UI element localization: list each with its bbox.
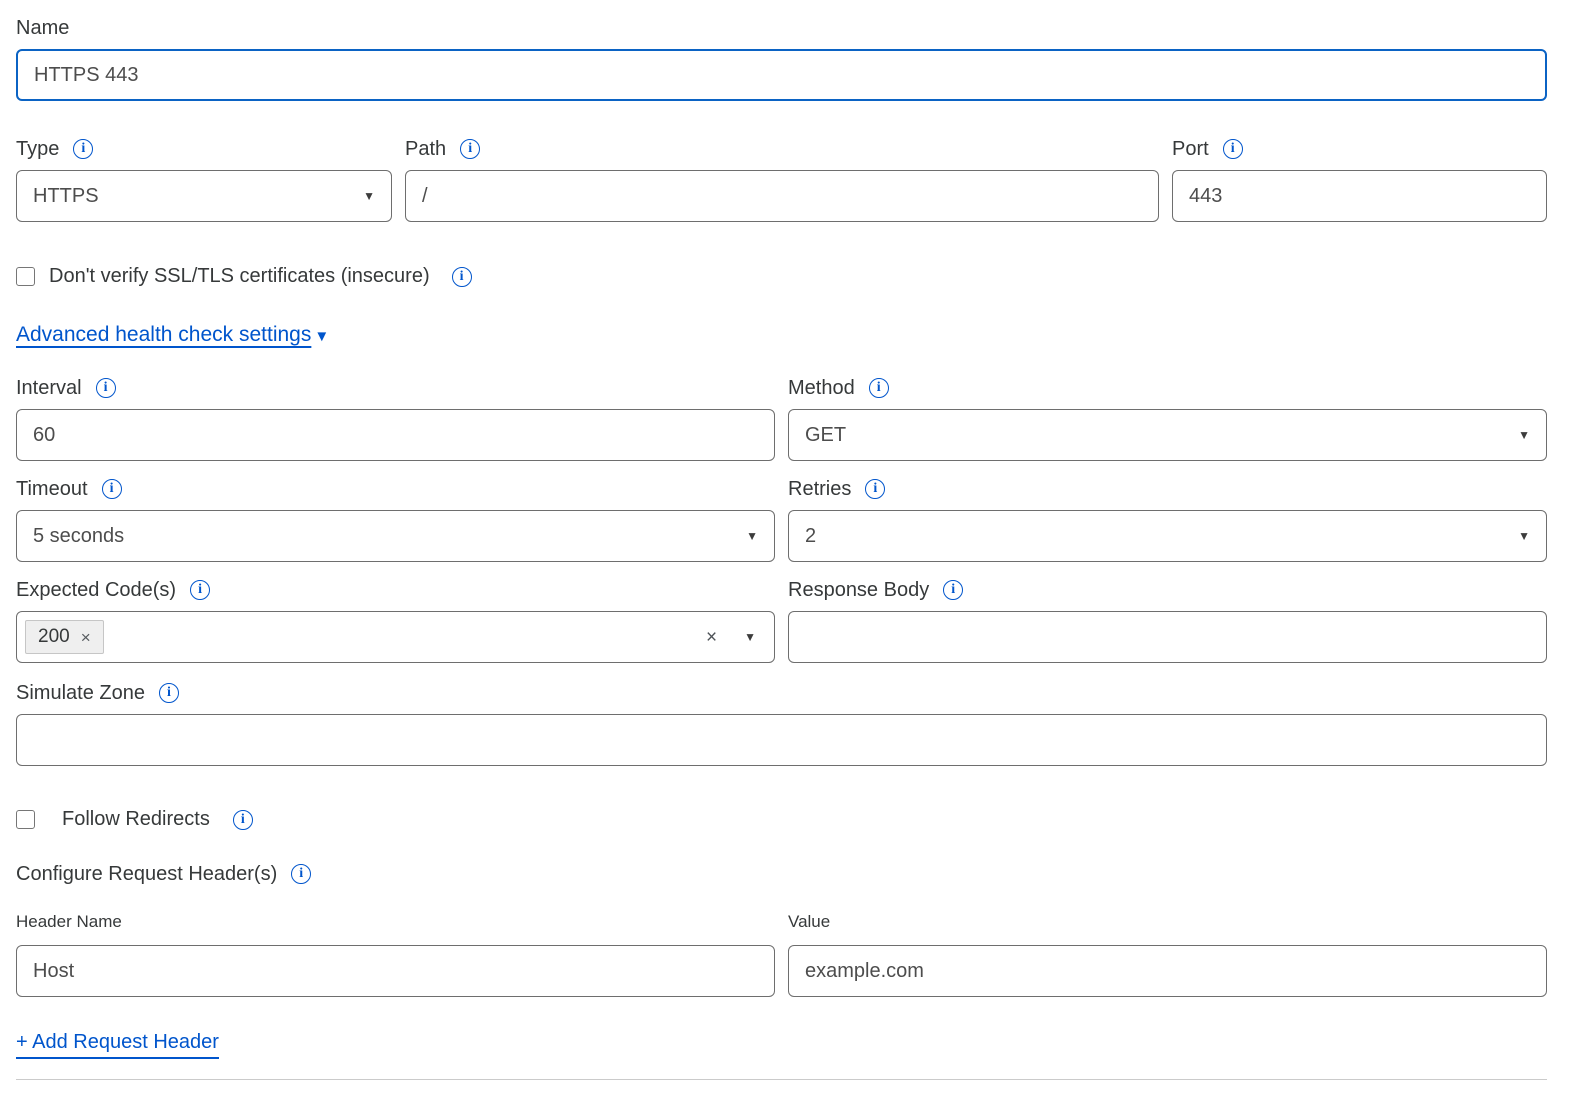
request-headers-label: Configure Request Header(s) [16,862,277,886]
method-label: Method [788,376,855,400]
type-field: Type i HTTPS ▼ [16,137,392,222]
name-label: Name [16,16,69,40]
timeout-label: Timeout [16,477,88,501]
header-name-label: Header Name [16,912,775,932]
port-field: Port i [1172,137,1547,222]
chevron-down-icon: ▼ [1518,429,1530,441]
caret-down-icon: ▼ [314,328,329,345]
advanced-settings-link-text: Advanced health check settings [16,323,311,347]
response-body-label: Response Body [788,578,929,602]
retries-label: Retries [788,477,851,501]
clear-icon[interactable]: × [706,628,717,647]
port-label: Port [1172,137,1209,161]
response-body-input[interactable] [788,611,1547,663]
type-select[interactable]: HTTPS ▼ [16,170,392,222]
info-icon[interactable]: i [190,580,210,600]
response-body-field: Response Body i [788,578,1547,663]
expected-code-tag: 200 × [25,620,104,654]
follow-redirects-checkbox[interactable] [16,810,35,829]
ssl-verify-row: Don't verify SSL/TLS certificates (insec… [16,265,1547,288]
chevron-down-icon: ▼ [746,530,758,542]
port-input[interactable] [1172,170,1547,222]
interval-input[interactable] [16,409,775,461]
follow-redirects-row: Follow Redirects i [16,808,1547,831]
header-name-input[interactable] [16,945,775,997]
tag-remove-icon[interactable]: × [81,629,91,646]
method-field: Method i GET ▼ [788,376,1547,461]
info-icon[interactable]: i [233,810,253,830]
type-label: Type [16,137,59,161]
header-value-field: Value [788,912,1547,997]
method-select-value: GET [805,424,846,447]
expected-codes-multiselect[interactable]: 200 × × ▼ [16,611,775,663]
header-name-field: Header Name [16,912,775,997]
info-icon[interactable]: i [1223,139,1243,159]
retries-select-value: 2 [805,525,816,548]
method-select[interactable]: GET ▼ [788,409,1547,461]
section-divider [16,1079,1547,1080]
header-value-input[interactable] [788,945,1547,997]
header-value-label: Value [788,912,1547,932]
info-icon[interactable]: i [159,683,179,703]
retries-select[interactable]: 2 ▼ [788,510,1547,562]
path-label: Path [405,137,446,161]
expected-code-tag-value: 200 [38,626,70,648]
health-check-form: Name Type i HTTPS ▼ Path i Port i [0,0,1570,1104]
path-input[interactable] [405,170,1159,222]
chevron-down-icon: ▼ [363,190,375,202]
type-select-value: HTTPS [33,185,99,208]
simulate-zone-field: Simulate Zone i [16,681,1547,766]
retries-field: Retries i 2 ▼ [788,477,1547,562]
info-icon[interactable]: i [452,267,472,287]
follow-redirects-label: Follow Redirects [62,808,210,831]
expected-codes-label: Expected Code(s) [16,578,176,602]
info-icon[interactable]: i [73,139,93,159]
path-field: Path i [405,137,1159,222]
info-icon[interactable]: i [291,864,311,884]
chevron-down-icon: ▼ [1518,530,1530,542]
ssl-verify-label: Don't verify SSL/TLS certificates (insec… [49,265,430,288]
advanced-settings-link[interactable]: Advanced health check settings [16,323,311,347]
interval-label: Interval [16,376,82,400]
interval-field: Interval i [16,376,775,461]
name-input[interactable] [16,49,1547,101]
info-icon[interactable]: i [943,580,963,600]
simulate-zone-label: Simulate Zone [16,681,145,705]
timeout-field: Timeout i 5 seconds ▼ [16,477,775,562]
chevron-down-icon[interactable]: ▼ [744,631,756,643]
ssl-verify-checkbox[interactable] [16,267,35,286]
info-icon[interactable]: i [102,479,122,499]
simulate-zone-input[interactable] [16,714,1547,766]
info-icon[interactable]: i [869,378,889,398]
expected-codes-field: Expected Code(s) i 200 × × ▼ [16,578,775,663]
timeout-select-value: 5 seconds [33,525,124,548]
add-request-header-link[interactable]: + Add Request Header [16,1031,219,1059]
timeout-select[interactable]: 5 seconds ▼ [16,510,775,562]
info-icon[interactable]: i [460,139,480,159]
info-icon[interactable]: i [865,479,885,499]
info-icon[interactable]: i [96,378,116,398]
